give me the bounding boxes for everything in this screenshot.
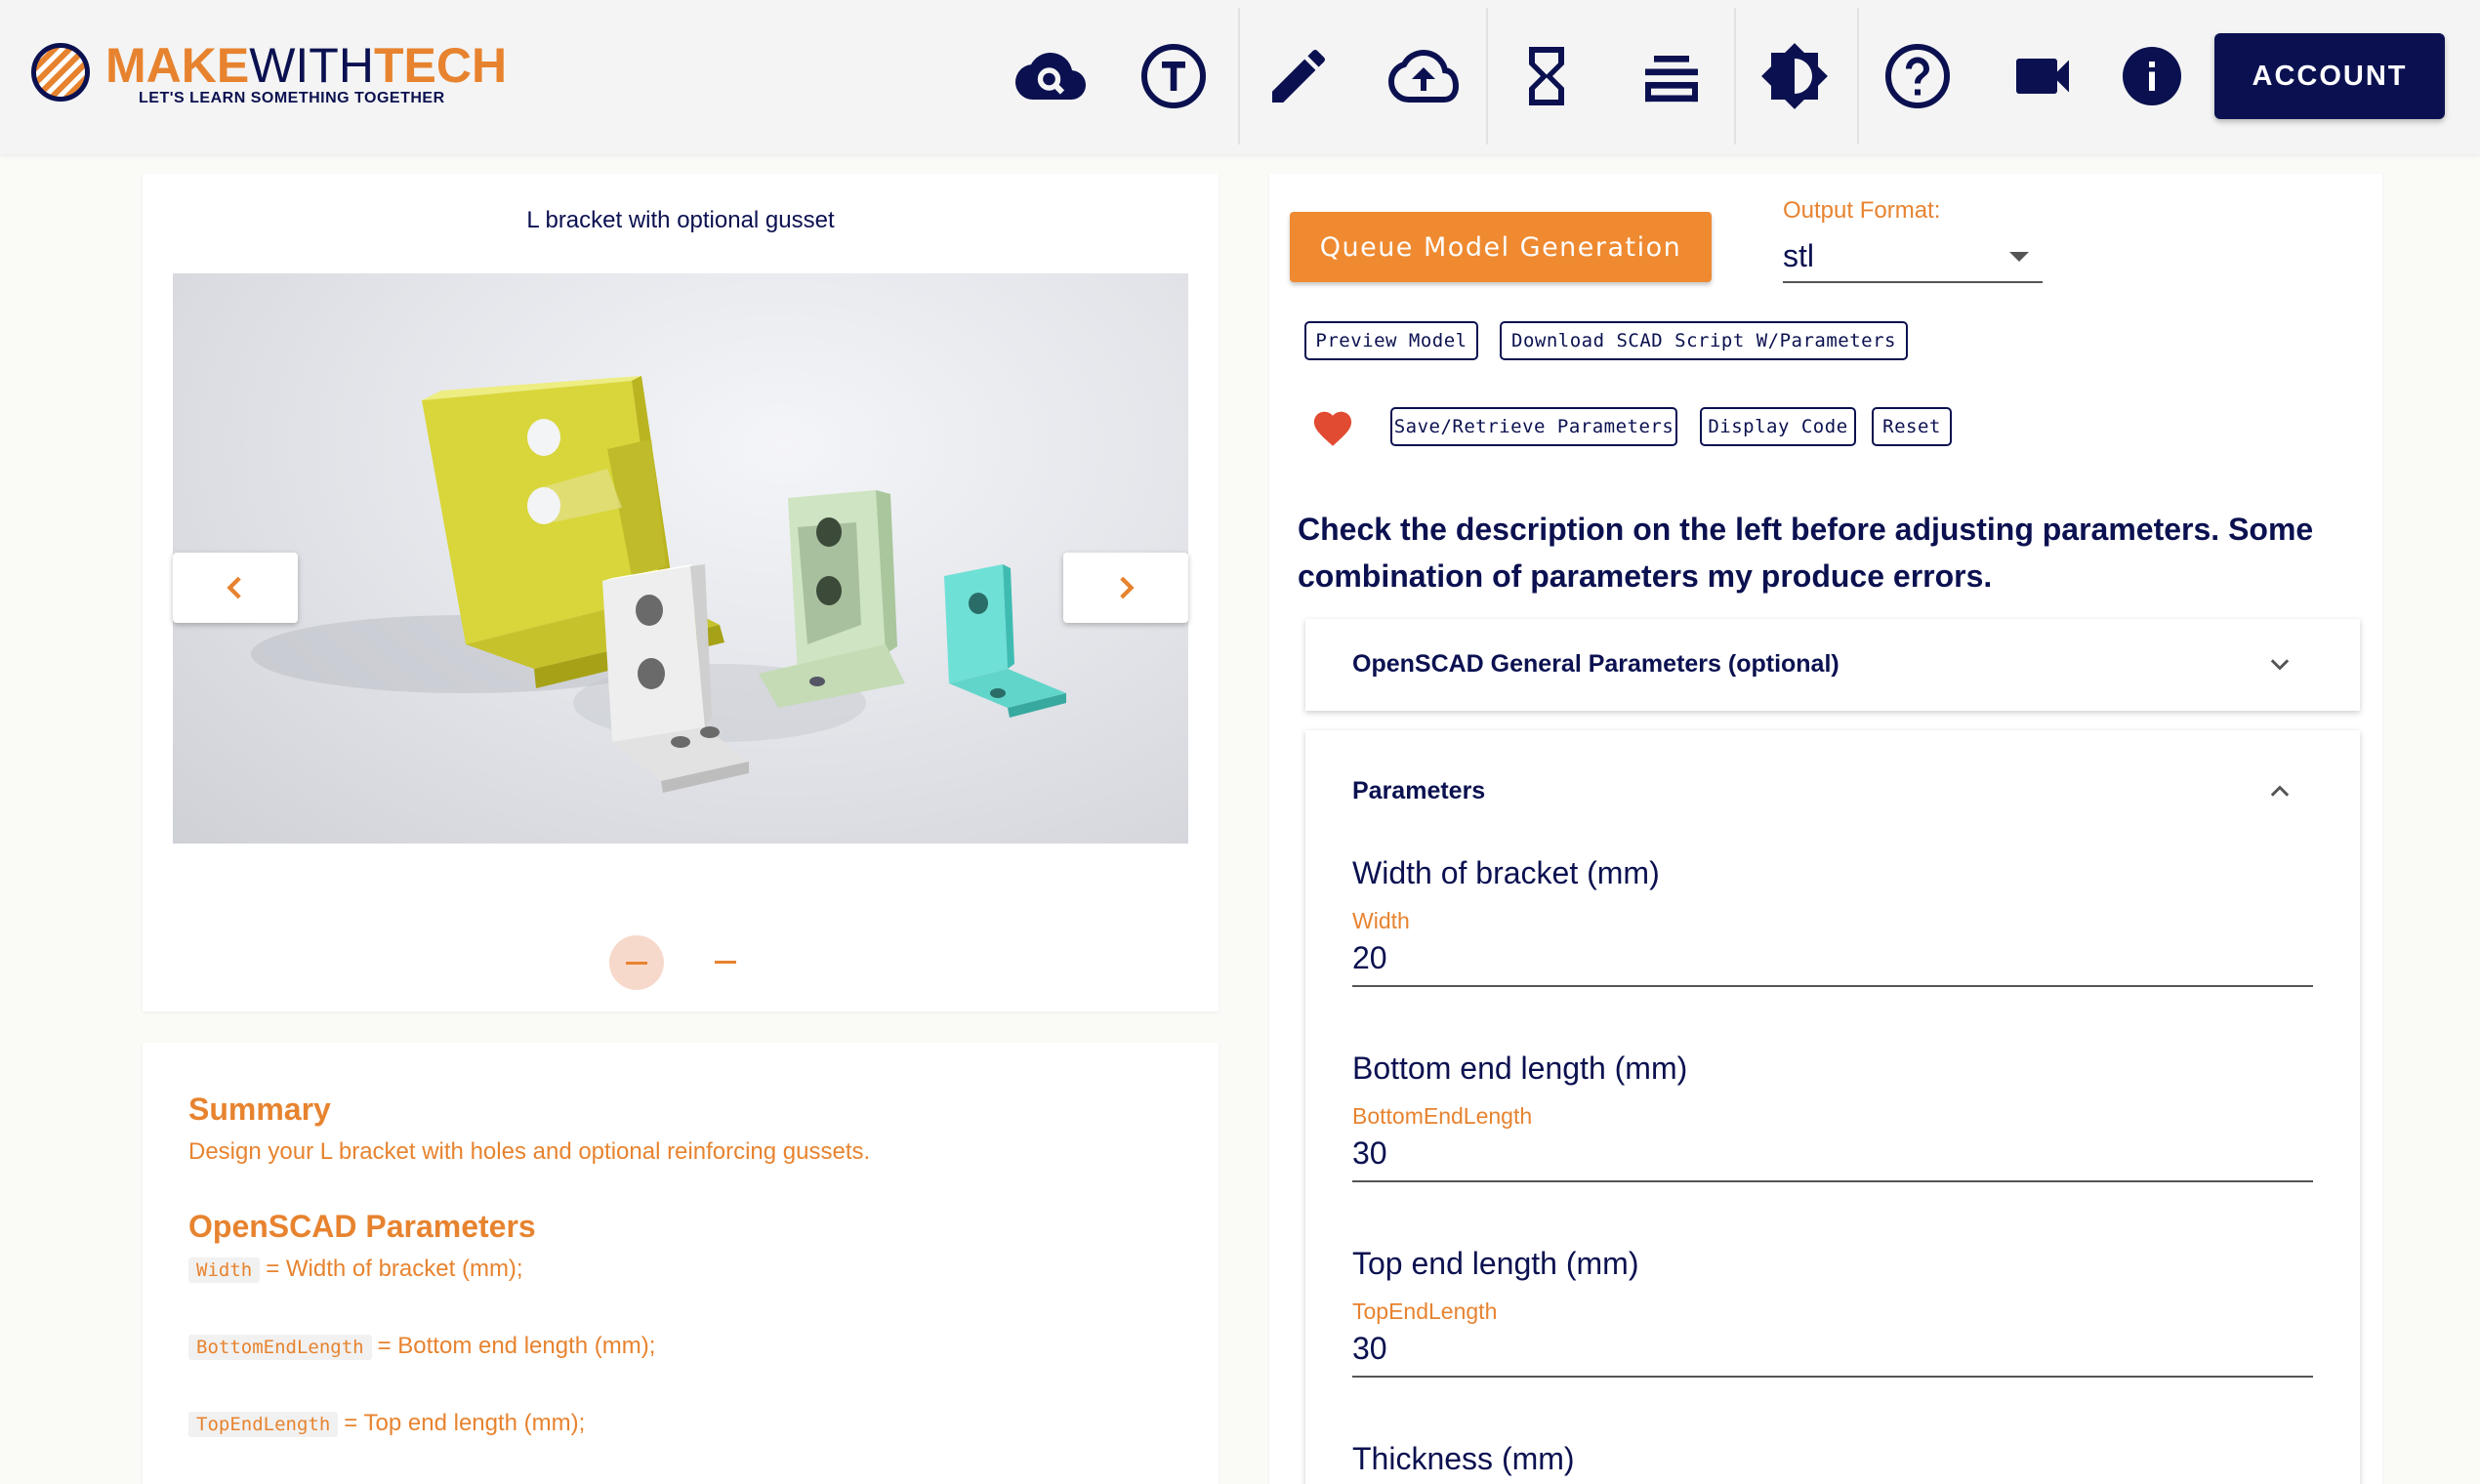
field-variable: Width [1352, 908, 1410, 933]
parameters-title: Parameters [1352, 777, 1486, 804]
queue-list-icon[interactable] [1633, 37, 1711, 115]
queue-model-generation-button[interactable]: Queue Model Generation [1290, 212, 1712, 282]
gallery-dot[interactable] [715, 961, 736, 964]
chevron-left-icon [227, 576, 241, 599]
brightness-icon[interactable] [1756, 37, 1834, 115]
gallery-pagination [609, 935, 746, 990]
field-label: Width of bracket (mm) [1352, 855, 1660, 890]
toolbar-divider [1857, 8, 1859, 144]
output-format-label: Output Format: [1783, 197, 1941, 224]
brand-logo-mark [31, 43, 90, 102]
field-label: Thickness (mm) [1352, 1441, 1575, 1476]
chevron-up-icon[interactable] [2266, 777, 2294, 804]
chevron-right-icon [1120, 576, 1135, 599]
save-retrieve-parameters-button[interactable]: Save/Retrieve Parameters [1390, 407, 1677, 446]
param-description: TopEndLength = Top end length (mm); [188, 1410, 585, 1437]
toolbar-divider [1486, 8, 1488, 144]
display-code-button[interactable]: Display Code [1700, 407, 1856, 446]
field-label: Top end length (mm) [1352, 1246, 1639, 1281]
toolbar-divider [1734, 8, 1736, 144]
param-code: TopEndLength [188, 1412, 339, 1437]
field-variable: BottomEndLength [1352, 1103, 1533, 1129]
general-parameters-title: OpenSCAD General Parameters (optional) [1352, 650, 1839, 678]
param-description: BottomEndLength = Bottom end length (mm); [188, 1333, 655, 1360]
toolbar-divider [1238, 8, 1240, 144]
width-input[interactable]: 20 [1352, 940, 2313, 987]
gallery-prev-button[interactable] [173, 553, 298, 623]
param-code: Width [188, 1257, 261, 1283]
customizer-panel: Queue Model Generation Output Format: st… [1269, 174, 2382, 1484]
gallery-next-button[interactable] [1063, 553, 1188, 623]
help-icon[interactable] [1879, 37, 1957, 115]
top-end-length-input[interactable]: 30 [1352, 1331, 2313, 1378]
param-code: BottomEndLength [188, 1335, 372, 1360]
gallery-dot-active[interactable] [609, 935, 664, 990]
model-gallery-card: L bracket with optional gusset [143, 174, 1219, 1011]
brand-tagline: LET'S LEARN SOMETHING TOGETHER [139, 90, 445, 106]
top-app-bar: MAKEWITHTECH LET'S LEARN SOMETHING TOGET… [0, 0, 2480, 154]
video-camera-icon[interactable] [2004, 37, 2082, 115]
bottom-end-length-field: Bottom end length (mm) BottomEndLength 3… [1352, 1051, 2313, 1182]
output-format-select[interactable]: stl [1783, 230, 2043, 283]
param-description: Width = Width of bracket (mm); [188, 1256, 523, 1283]
chevron-down-icon[interactable] [2266, 651, 2294, 679]
width-field: Width of bracket (mm) Width 20 [1352, 855, 2313, 987]
parameters-warning: Check the description on the left before… [1298, 512, 2314, 594]
field-variable: TopEndLength [1352, 1298, 1498, 1324]
model-preview-image [173, 273, 1188, 844]
gallery-title: L bracket with optional gusset [526, 207, 835, 233]
top-end-length-field: Top end length (mm) TopEndLength 30 [1352, 1246, 2313, 1378]
favorite-heart-icon[interactable] [1310, 406, 1355, 447]
field-label: Bottom end length (mm) [1352, 1051, 1688, 1086]
bottom-end-length-input[interactable]: 30 [1352, 1135, 2313, 1182]
dropdown-caret-icon [2009, 252, 2029, 262]
thickness-field: Thickness (mm) [1352, 1441, 2313, 1484]
pencil-icon[interactable] [1260, 37, 1338, 115]
summary-card: Summary Design your L bracket with holes… [143, 1043, 1219, 1484]
summary-heading: Summary [188, 1092, 331, 1127]
download-scad-button[interactable]: Download SCAD Script W/Parameters [1500, 321, 1908, 360]
reset-button[interactable]: Reset [1872, 407, 1952, 446]
hourglass-icon[interactable] [1508, 37, 1586, 115]
parameters-panel: Parameters Width of bracket (mm) Width 2… [1305, 730, 2360, 1484]
summary-text: Design your L bracket with holes and opt… [188, 1138, 871, 1165]
general-parameters-panel[interactable]: OpenSCAD General Parameters (optional) [1305, 619, 2360, 711]
params-heading: OpenSCAD Parameters [188, 1209, 536, 1244]
text-t-icon[interactable] [1135, 37, 1213, 115]
account-button[interactable]: ACCOUNT [2214, 33, 2445, 119]
info-icon[interactable] [2113, 37, 2191, 115]
preview-model-button[interactable]: Preview Model [1304, 321, 1478, 360]
cloud-upload-icon[interactable] [1385, 37, 1463, 115]
cloud-search-icon[interactable] [1012, 37, 1090, 115]
brand-name: MAKEWITHTECH [105, 38, 508, 93]
